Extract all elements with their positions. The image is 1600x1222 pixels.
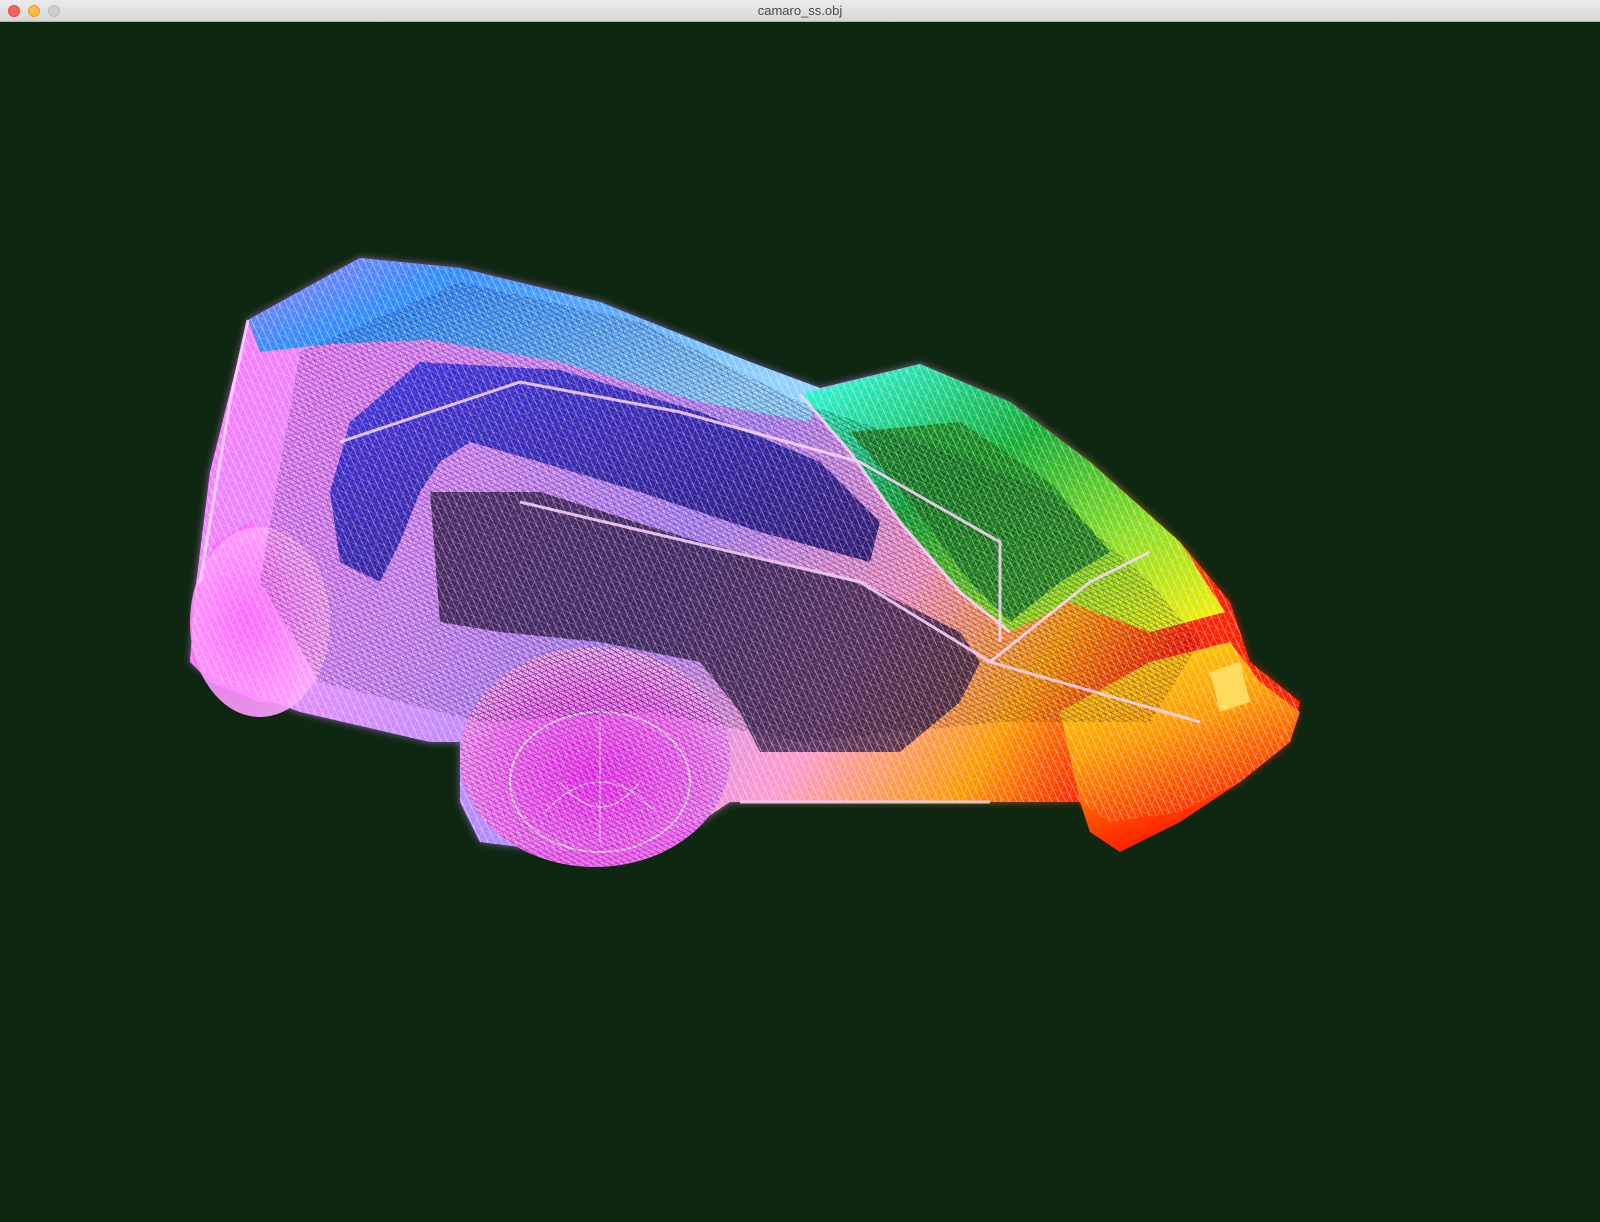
mesh-overlay xyxy=(190,258,1300,867)
app-window: camaro_ss.obj xyxy=(0,0,1600,1222)
3d-viewport[interactable] xyxy=(0,22,1600,1222)
window-title: camaro_ss.obj xyxy=(757,3,843,18)
title-bar[interactable]: camaro_ss.obj xyxy=(0,0,1600,22)
wireframe-car-model xyxy=(190,258,1300,867)
